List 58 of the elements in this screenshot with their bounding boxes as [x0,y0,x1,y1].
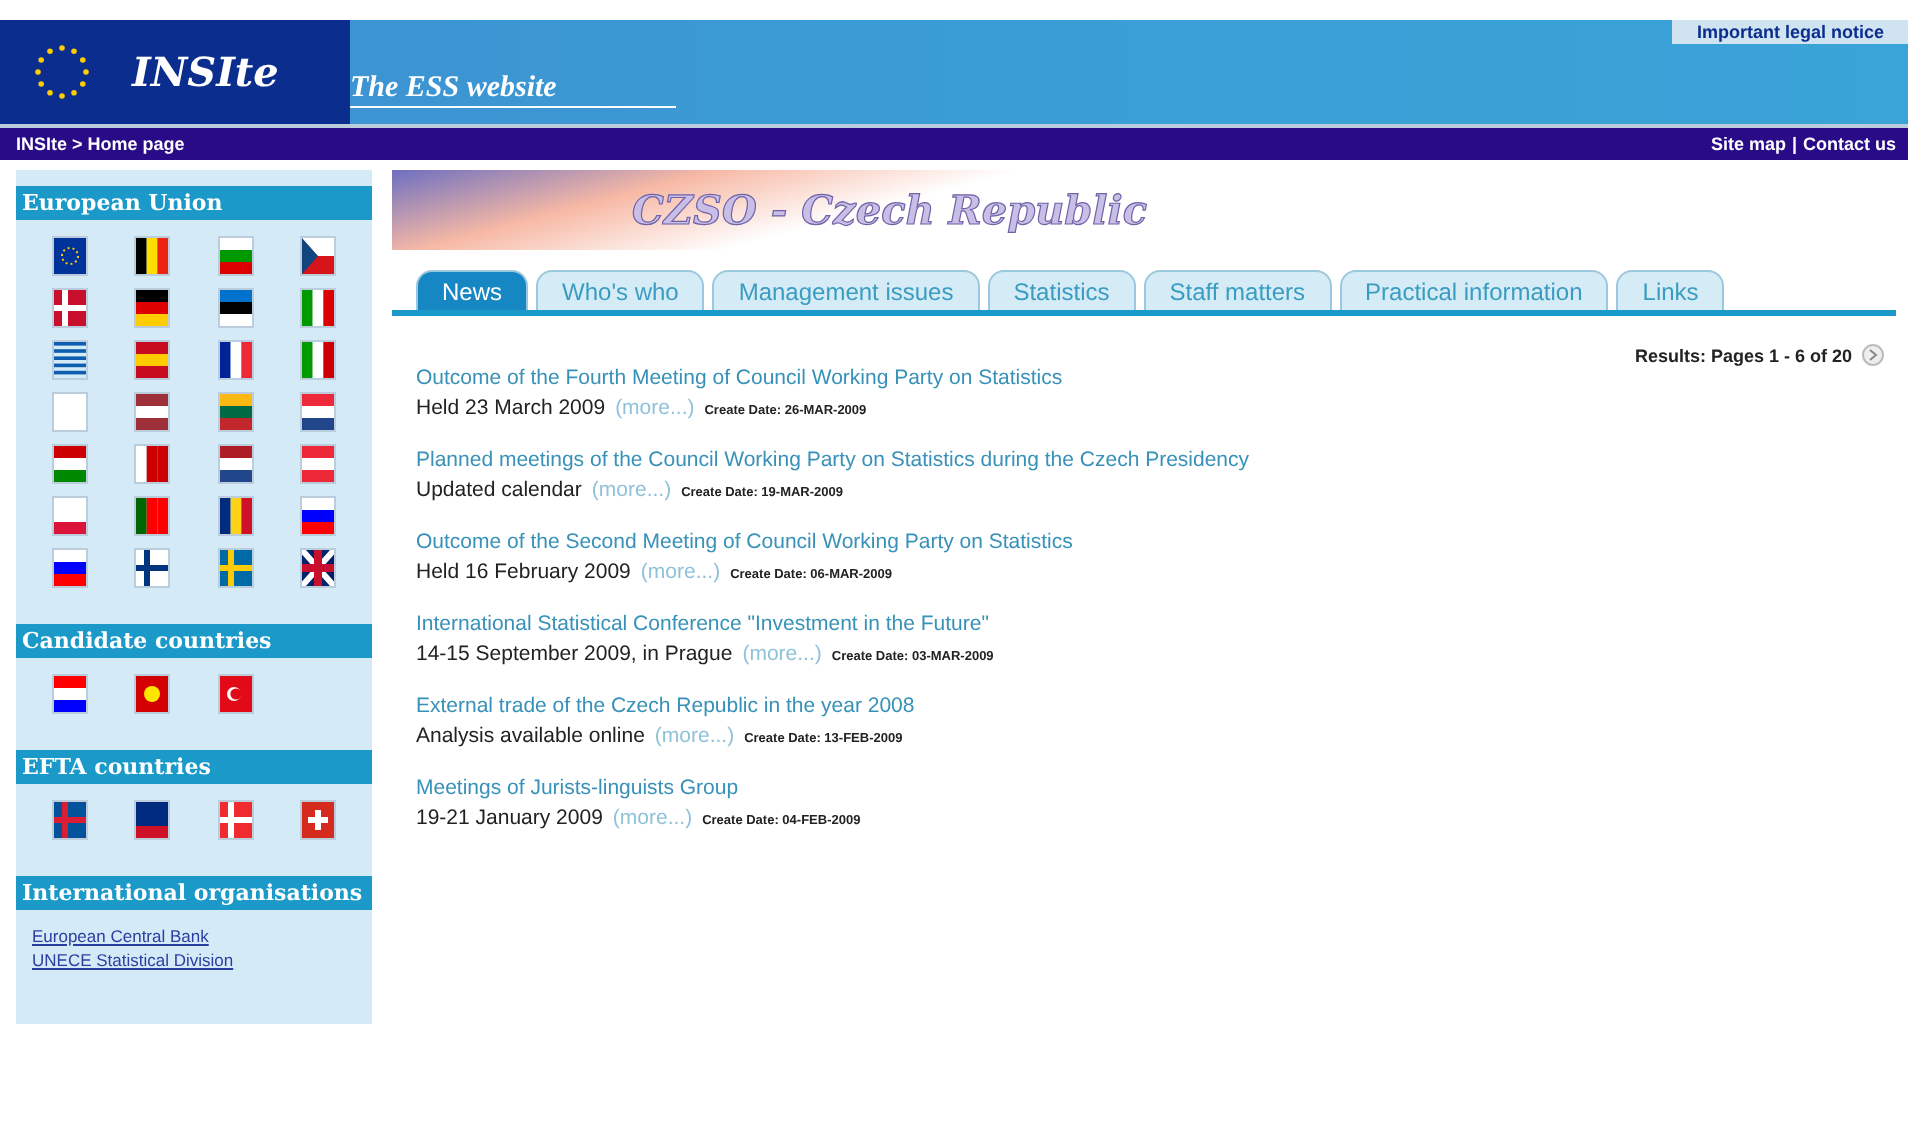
breadcrumb[interactable]: INSIte > Home page [16,134,185,154]
site-logo[interactable]: INSIte [132,48,279,96]
flag-icon[interactable] [217,496,254,536]
more-link[interactable]: (more...) [640,560,721,584]
flag-icon[interactable] [51,800,88,840]
more-link[interactable]: (more...) [742,642,822,666]
more-link[interactable]: (more...) [591,478,672,502]
tab[interactable]: Staff matters [1143,270,1332,310]
flag-icon[interactable] [134,392,171,432]
section-heading: International organisations [16,876,372,910]
tab[interactable]: Who's who [536,270,705,310]
news-summary: Held 16 February 2009 [416,560,631,584]
more-link[interactable]: (more...) [615,396,695,420]
flag-icon[interactable] [51,236,88,276]
site-tagline: The ESS website [350,72,677,108]
section-heading: Candidate countries [16,624,372,658]
flag-icon[interactable] [134,800,171,840]
tab[interactable]: Links [1616,270,1725,310]
flag-icon[interactable] [51,674,88,714]
news-title-link[interactable]: Meetings of Jurists-linguists Group [416,776,1896,800]
news-summary: Updated calendar [416,478,582,502]
tab[interactable]: Statistics [987,270,1136,310]
organisation-link[interactable]: UNECE Statistical Division [16,946,372,970]
flag-icon[interactable] [217,444,254,484]
results-count: Results: Pages 1 - 6 of 20 [1634,345,1852,365]
flag-icon[interactable] [300,392,337,432]
news-title-link[interactable]: Outcome of the Second Meeting of Council Working Party on Statistics [416,530,1896,554]
flag-icon[interactable] [300,548,337,588]
top-link[interactable]: Site map [1710,134,1786,154]
news-summary: Analysis available online [416,724,645,748]
tab[interactable]: Practical information [1339,270,1609,310]
organisation-link[interactable]: European Central Bank [16,922,372,946]
flag-icon[interactable] [300,236,337,276]
more-link[interactable]: (more...) [612,806,693,830]
more-link[interactable]: (more...) [654,724,735,748]
news-summary: 14-15 September 2009, in Prague [416,642,733,666]
tab[interactable]: News [416,270,529,310]
flag-icon[interactable] [134,288,171,328]
section-heading: European Union [16,186,372,220]
news-summary: 19-21 January 2009 [416,806,603,830]
news-title-link[interactable]: External trade of the Czech Republic in the year 2008 [416,694,1896,718]
news-title-link[interactable]: Planned meetings of the Council Working Party on Statistics during the Czech Presidency [416,448,1896,472]
news-title-link[interactable]: Outcome of the Fourth Meeting of Council Working Party on Statistics [416,366,1896,390]
banner-title: CZSO - Czech Republic [632,186,1148,234]
flag-icon[interactable] [217,340,254,380]
flag-icon[interactable] [134,236,171,276]
top-link[interactable]: Contact us [1802,134,1896,154]
flag-icon[interactable] [300,496,337,536]
flag-icon[interactable] [134,548,171,588]
flag-icon[interactable] [51,548,88,588]
section-heading: EFTA countries [16,750,372,784]
flag-icon[interactable] [217,288,254,328]
stars-circle-icon [32,42,92,102]
news-title-link[interactable]: International Statistical Conference "Investment in the Future" [416,612,1896,636]
news-summary: Held 23 March 2009 [416,396,606,420]
top-link[interactable]: | [1791,134,1797,154]
tab[interactable]: Management issues [712,270,980,310]
legal-notice-link[interactable]: Important legal notice [1672,20,1908,44]
